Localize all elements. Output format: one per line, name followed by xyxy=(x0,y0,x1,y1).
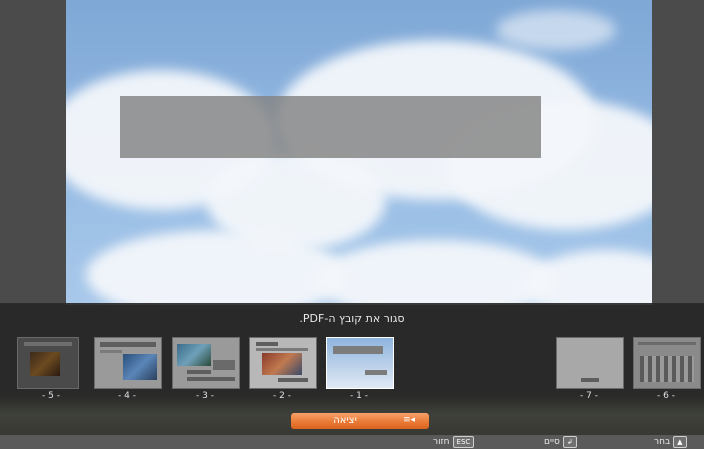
enter-key-icon: ↲ xyxy=(562,436,577,448)
thumbnail-page-6[interactable] xyxy=(633,337,701,389)
esc-key-icon: ESC xyxy=(452,436,475,448)
thumbnail-page-2[interactable] xyxy=(249,337,317,389)
select-command[interactable]: ▲ בחר xyxy=(654,436,687,448)
thumbnail-label: - 1 - xyxy=(350,391,368,401)
thumbnail-label: - 2 - xyxy=(273,391,291,401)
select-label: בחר xyxy=(654,437,671,447)
thumbnail-page-4[interactable] xyxy=(94,337,162,389)
pdf-viewer: סגור את קובץ ה-PDF. - 5 - - 4 - - 3 - - … xyxy=(0,0,704,449)
exit-button[interactable]: יציאה ≡◂ xyxy=(291,413,429,429)
thumbnail-label: - 5 - xyxy=(42,391,60,401)
finish-command[interactable]: ↲ סיים xyxy=(544,436,577,448)
thumbnail-page-1[interactable] xyxy=(326,337,394,389)
thumbnail-page-5[interactable] xyxy=(17,337,79,389)
hint-text: סגור את קובץ ה-PDF. xyxy=(299,312,405,325)
thumbnail-page-3[interactable] xyxy=(172,337,240,389)
finish-label: סיים xyxy=(544,437,560,447)
thumbnail-label: - 4 - xyxy=(118,391,136,401)
back-command[interactable]: ESC חזור xyxy=(433,436,475,448)
exit-button-label: יציאה xyxy=(333,415,357,426)
left-margin xyxy=(0,0,66,305)
thumbnail-label: - 7 - xyxy=(580,391,598,401)
slide-title-placeholder xyxy=(120,96,541,158)
thumbnail-label: - 6 - xyxy=(657,391,675,401)
exit-menu-icon: ≡◂ xyxy=(403,415,416,425)
right-margin xyxy=(652,0,704,305)
thumbnail-label: - 3 - xyxy=(196,391,214,401)
thumbnail-page-7[interactable] xyxy=(556,337,624,389)
bottom-bar: ESC חזור ↲ סיים ▲ בחר xyxy=(0,435,704,449)
up-arrow-key-icon: ▲ xyxy=(673,436,687,448)
back-label: חזור xyxy=(433,437,450,447)
